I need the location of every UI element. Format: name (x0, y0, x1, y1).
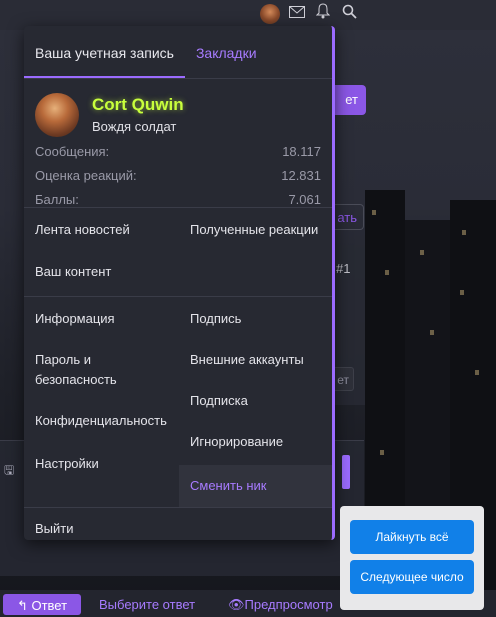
tab-your-account[interactable]: Ваша учетная запись (24, 26, 185, 78)
preview-link[interactable]: 👁Предпросмотр (228, 597, 333, 613)
user-stats: Сообщения: 18.117 Оценка реакций: 12.831… (35, 140, 321, 212)
stat-points[interactable]: Баллы: 7.061 (35, 188, 321, 212)
preview-label: Предпросмотр (244, 597, 333, 612)
menu-col-right: Подпись Внешние аккаунты Подписка Игнори… (179, 301, 332, 507)
like-all-button[interactable]: Лайкнуть всё (350, 520, 474, 554)
menu-item-received-reactions[interactable]: Полученные реакции (179, 212, 332, 248)
menu-item-privacy[interactable]: Конфиденциальность (24, 403, 179, 446)
menu-item-preferences[interactable]: Настройки (24, 446, 179, 482)
menu-item-subscription[interactable]: Подписка (179, 383, 332, 424)
editor-scrollbar[interactable] (342, 455, 350, 489)
menu-item-ignoring[interactable]: Игнорирование (179, 424, 332, 465)
stat-reactions[interactable]: Оценка реакций: 12.831 (35, 164, 321, 188)
quick-actions-popup: Лайкнуть всё Следующее число (340, 506, 484, 610)
menu-col-left: Информация Пароль и безопасность Конфиде… (24, 301, 179, 507)
account-menu: Ваша учетная запись Закладки Cort Quwin … (24, 26, 335, 540)
menu-item-info[interactable]: Информация (24, 301, 179, 342)
reply-button[interactable]: ↰ Ответ (3, 594, 81, 615)
menu-col-right: Полученные реакции (179, 212, 332, 290)
menu-item-change-nick[interactable]: Сменить ник (179, 465, 332, 507)
username[interactable]: Cort Quwin (92, 95, 184, 115)
eye-icon: 👁 (228, 597, 245, 612)
mail-icon[interactable] (288, 4, 306, 24)
menu-col-left: Лента новостей Ваш контент (24, 212, 179, 290)
menu-item-news-feed[interactable]: Лента новостей (24, 212, 179, 252)
pick-answer-link[interactable]: Выберите ответ (99, 597, 195, 612)
profile-avatar[interactable] (35, 93, 79, 137)
stat-label: Оценка реакций: (35, 168, 137, 183)
save-draft-icon[interactable]: 🖫 (4, 461, 14, 482)
menu-item-signature[interactable]: Подпись (179, 301, 332, 342)
reply-icon: ↰ (16, 598, 32, 613)
stat-value: 7.061 (288, 192, 321, 207)
top-icons (260, 3, 358, 25)
menu-tabs: Ваша учетная запись Закладки (24, 26, 332, 79)
profile-block: Cort Quwin Вождя солдат Сообщения: 18.11… (24, 79, 332, 208)
reply-label: Ответ (31, 598, 68, 613)
menu-item-external-accounts[interactable]: Внешние аккаунты (179, 342, 332, 383)
stat-value: 12.831 (281, 168, 321, 183)
stat-label: Баллы: (35, 192, 79, 207)
stat-messages[interactable]: Сообщения: 18.117 (35, 140, 321, 164)
search-icon[interactable] (340, 4, 358, 25)
next-number-button[interactable]: Следующее число (350, 560, 474, 594)
menu-item-password-security[interactable]: Пароль и безопасность (24, 342, 179, 403)
menu-section-activity: Лента новостей Ваш контент Полученные ре… (24, 208, 332, 297)
stat-label: Сообщения: (35, 144, 110, 159)
bell-icon[interactable] (314, 3, 332, 25)
logout-link[interactable]: Выйти (24, 508, 332, 540)
user-avatar[interactable] (260, 4, 280, 24)
tab-bookmarks[interactable]: Закладки (185, 26, 268, 78)
menu-section-settings: Информация Пароль и безопасность Конфиде… (24, 297, 332, 508)
user-title: Вождя солдат (92, 119, 177, 134)
stat-value: 18.117 (282, 144, 321, 159)
menu-item-your-content[interactable]: Ваш контент (24, 252, 179, 290)
post-number[interactable]: #1 (336, 261, 350, 276)
